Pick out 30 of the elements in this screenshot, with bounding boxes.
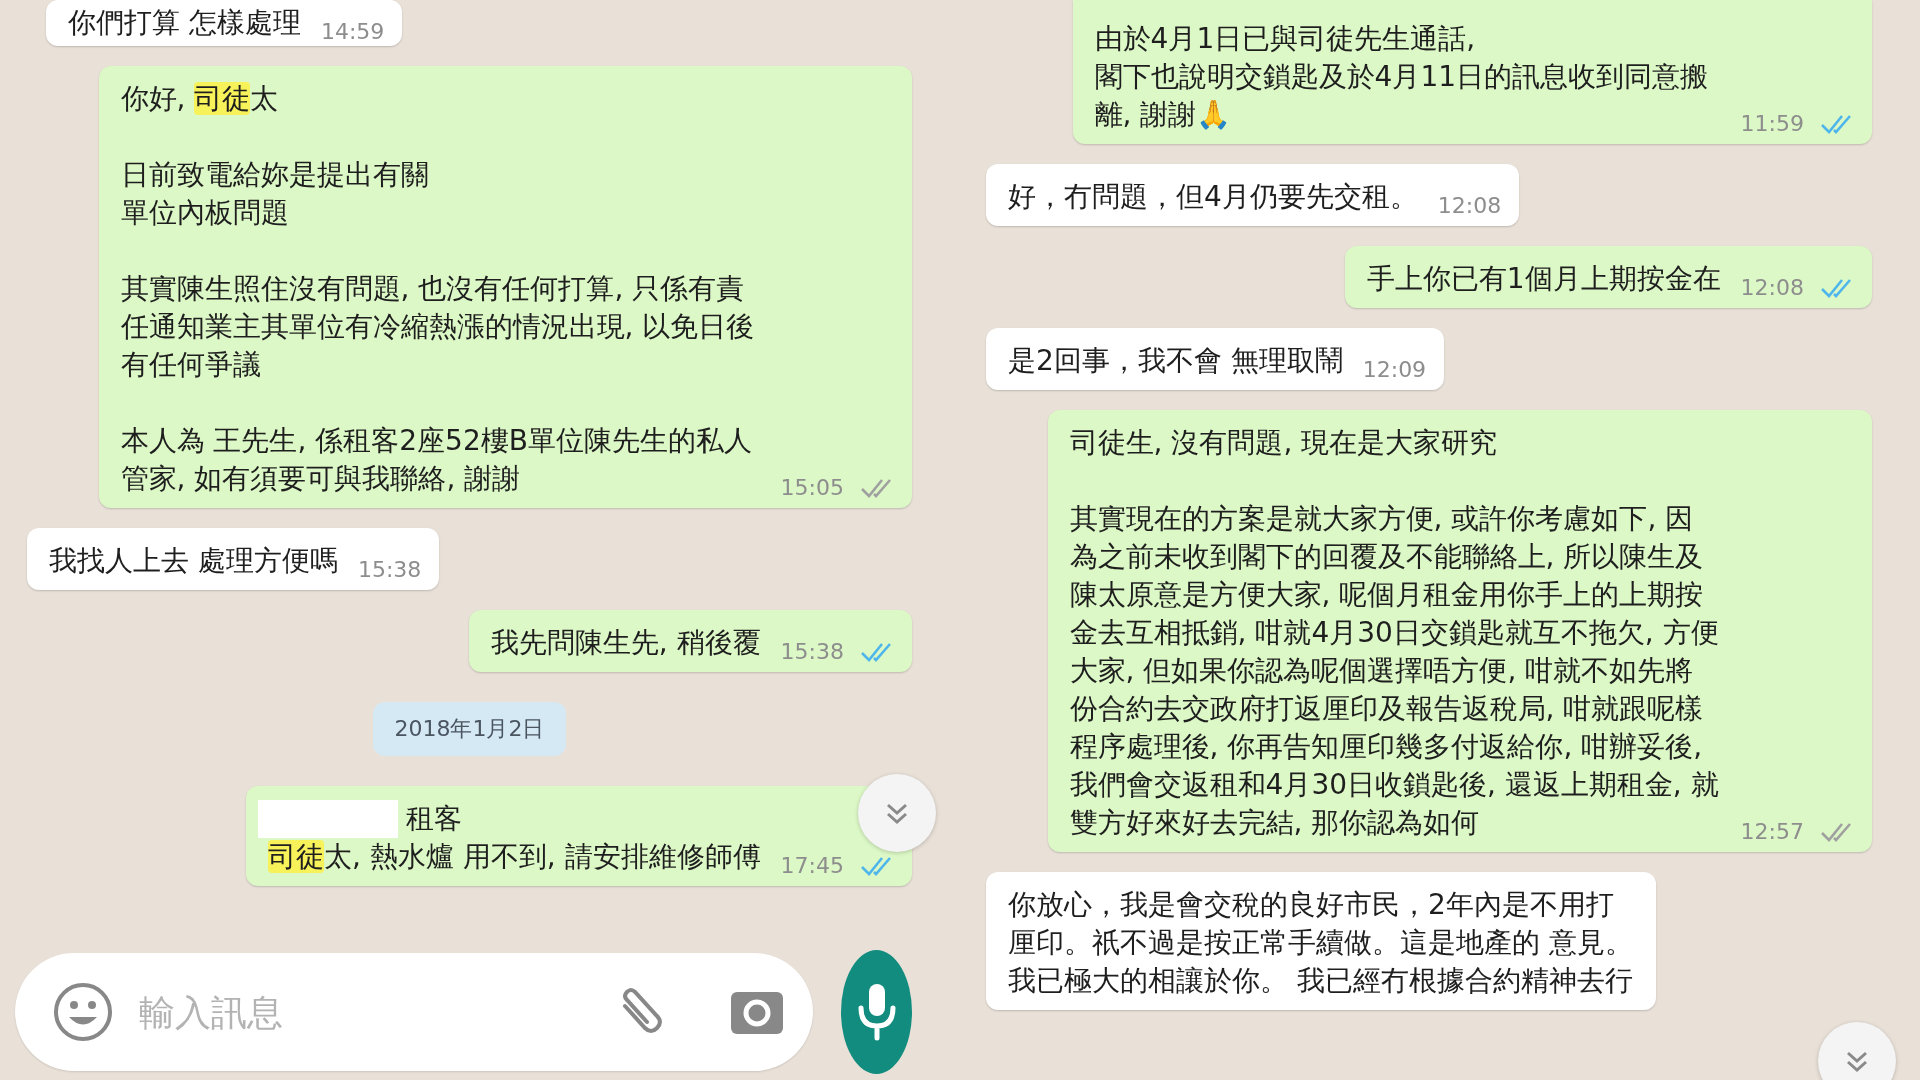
message-text: 本人為 王先生, 係租客2座52樓B單位陳先生的私人管家, 如有須要可與我聯絡, 謝謝 [120, 423, 753, 497]
message-time: 15:05 [780, 475, 844, 500]
message-text: 日前致電給妳是提出有關 [120, 157, 429, 193]
message-text: 好，冇問題，但4月仍要先交租。 [1008, 179, 1418, 215]
message-time: 12:09 [1362, 357, 1427, 382]
message-text: 其實現在的方案是就大家方便, 或許你考慮如下, 因為之前未收到閣下的回覆及不能聯絡上, 所以陳生及陳太原意是方便大家, 呢個月租金用你手上的上期按金去互相抵銷, 咁就4月30日交鎖匙就互不拖欠, 方便大家, 但如果你認為呢個選擇唔方便, 咁就不如先將份合約去交政府打返厘印及報告返稅局, 咁就跟呢樣程序處理後, 你再告知厘印幾多付返給你, 咁辦妥後, 我們會交返租和4月30日收鎖匙後, 還返上期租金, 就雙方好來好去完結, 那你認為如何 [1069, 501, 1720, 841]
message-text: 司徒生, 沒有問題, 現在是大家研究 [1069, 425, 1498, 461]
message-time: 15:38 [357, 557, 422, 582]
message-text: 租客 [406, 801, 463, 837]
message-text: 司徒太, 熱水爐 用不到, 請安排維修師傅 [268, 839, 761, 875]
message-time: 14:59 [320, 19, 385, 44]
date-chip: 2018年1月2日 [372, 702, 567, 756]
message-text: 其實陳生照住沒有問題, 也沒有任何打算, 只係有責任通知業主其單位有冷縮熱漲的情況出現, 以免日後有任何爭議 [120, 271, 756, 383]
message-text: 是2回事，我不會 無理取鬧 [1008, 343, 1343, 379]
message-text: 你放心，我是會交稅的良好市民，2年內是不用打厘印。祇不過是按正常手續做。這是地產的 意見。我已極大的相讓於你。 我已經冇根據合約精神去行 [1008, 887, 1634, 999]
message-text: 我找人上去 處理方便嗎 [49, 543, 338, 579]
message-field[interactable]: 輸入訊息 [137, 990, 589, 1034]
message-text: 你們打算 怎樣處理 [68, 5, 301, 41]
message-text: 由於4月1日已與司徒先生通話, [1094, 21, 1476, 57]
message-time: 12:08 [1437, 193, 1502, 218]
message-time: 15:38 [780, 639, 844, 664]
message-time: 12:08 [1740, 275, 1804, 300]
message-text: 你好, 司徒太 [120, 81, 279, 117]
message-text: 我先問陳生先, 稍後覆 [490, 625, 761, 661]
message-time: 12:57 [1740, 819, 1804, 844]
message-time: 17:45 [780, 853, 844, 878]
message-text: 單位內板問題 [120, 195, 289, 231]
message-time: 11:59 [1740, 111, 1804, 136]
message-text: 閣下也說明交鎖匙及於4月11日的訊息收到同意搬離, 謝謝🙏 [1094, 59, 1710, 133]
message-text: 手上你已有1個月上期按金在 [1366, 261, 1721, 297]
